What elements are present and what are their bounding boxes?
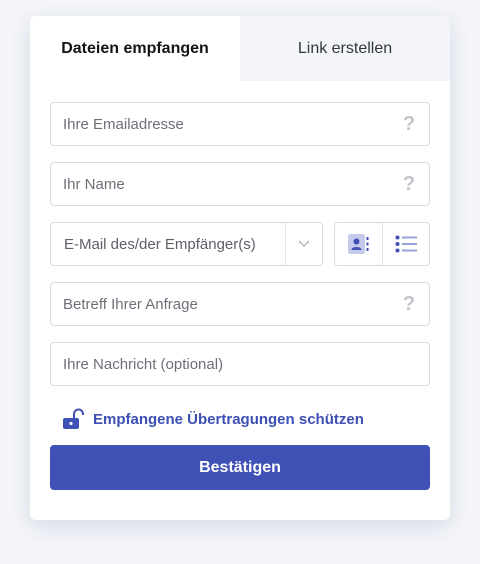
- recipients-select[interactable]: E-Mail des/der Empfänger(s): [50, 222, 323, 266]
- recipient-mode-toggle: [334, 222, 430, 266]
- tab-bar: Dateien empfangen Link erstellen: [30, 16, 450, 81]
- subject-field[interactable]: Betreff Ihrer Anfrage ?: [50, 282, 430, 326]
- list-icon: [395, 235, 417, 253]
- receive-files-card: Dateien empfangen Link erstellen Ihre Em…: [30, 16, 450, 520]
- tab-receive-files[interactable]: Dateien empfangen: [30, 16, 240, 81]
- contact-card-button[interactable]: [335, 223, 382, 265]
- protect-transfers-label: Empfangene Übertragungen schützen: [93, 410, 364, 428]
- message-field[interactable]: Ihre Nachricht (optional): [50, 342, 430, 386]
- chevron-down-icon[interactable]: [285, 223, 322, 265]
- email-placeholder: Ihre Emailadresse: [63, 115, 184, 133]
- contact-card-icon: [348, 234, 369, 254]
- name-placeholder: Ihr Name: [63, 175, 125, 193]
- message-placeholder: Ihre Nachricht (optional): [63, 355, 224, 373]
- list-view-button[interactable]: [381, 223, 430, 265]
- name-field[interactable]: Ihr Name ?: [50, 162, 430, 206]
- name-help-icon[interactable]: ?: [389, 173, 429, 196]
- recipients-placeholder: E-Mail des/der Empfänger(s): [64, 235, 256, 253]
- subject-help-icon[interactable]: ?: [389, 293, 429, 316]
- unlocked-padlock-icon: [63, 408, 84, 429]
- email-field[interactable]: Ihre Emailadresse ?: [50, 102, 430, 146]
- receive-form: Ihre Emailadresse ? Ihr Name ? E-Mail de…: [50, 102, 430, 490]
- tab-create-link[interactable]: Link erstellen: [240, 16, 450, 81]
- confirm-button[interactable]: Bestätigen: [50, 445, 430, 490]
- subject-placeholder: Betreff Ihrer Anfrage: [63, 295, 198, 313]
- email-help-icon[interactable]: ?: [389, 113, 429, 136]
- recipients-row: E-Mail des/der Empfänger(s): [50, 222, 430, 266]
- protect-transfers-link[interactable]: Empfangene Übertragungen schützen: [50, 407, 430, 431]
